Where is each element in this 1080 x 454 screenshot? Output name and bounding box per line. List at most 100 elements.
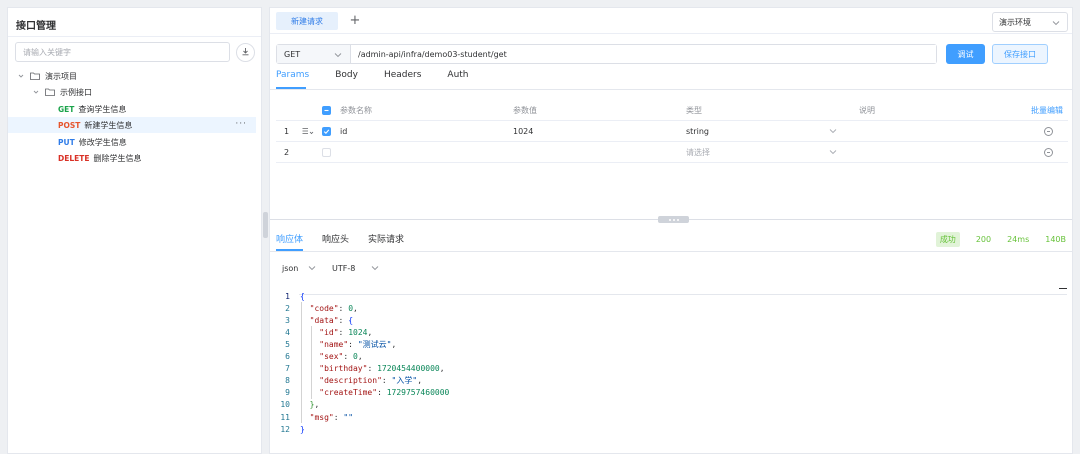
- editor-scrollbar[interactable]: [1059, 288, 1067, 289]
- tree-node-folder[interactable]: 示例接口: [8, 84, 256, 100]
- code-text: "createTime": 1729757460000: [319, 388, 450, 398]
- drag-handle-icon[interactable]: [302, 121, 314, 141]
- col-header-value: 参数值: [513, 105, 537, 115]
- line-number: 11: [280, 412, 290, 422]
- line-number: 12: [280, 424, 290, 434]
- tab-auth[interactable]: Auth: [447, 70, 468, 88]
- line-number: 8: [285, 376, 290, 386]
- tab-response-body[interactable]: 响应体: [276, 232, 303, 245]
- code-text: "msg": "": [309, 412, 354, 422]
- param-row: 1 id 1024 string: [276, 121, 1068, 142]
- tab-headers[interactable]: Headers: [384, 70, 421, 88]
- code-line: 11 "msg": "": [276, 411, 353, 423]
- tree-node-endpoint-selected[interactable]: POST 新建学生信息 ···: [8, 117, 256, 133]
- chevron-down-icon[interactable]: [829, 142, 837, 162]
- encoding-value: UTF-8: [332, 264, 356, 273]
- status-code: 200: [975, 235, 992, 244]
- tab-response-headers[interactable]: 响应头: [322, 232, 349, 245]
- endpoint-label: 修改学生信息: [78, 137, 127, 147]
- chevron-down-icon: [308, 264, 316, 273]
- import-button[interactable]: [236, 43, 255, 62]
- row-index: 2: [284, 147, 290, 157]
- line-number: 10: [280, 400, 290, 410]
- environment-select[interactable]: 演示环境: [992, 12, 1068, 32]
- col-header-desc: 说明: [859, 105, 875, 115]
- request-tabs: Params Body Headers Auth: [276, 70, 495, 88]
- code-line: 1{: [276, 290, 305, 302]
- tree-node-project[interactable]: 演示项目: [8, 68, 256, 84]
- debug-button[interactable]: 调试: [946, 44, 985, 64]
- code-line: 8 "description": "入学",: [276, 375, 422, 387]
- panel-resize-handle[interactable]: [263, 212, 268, 238]
- url-input[interactable]: [351, 45, 936, 63]
- method-select[interactable]: GET: [277, 45, 351, 63]
- param-row: 2 请选择: [276, 142, 1068, 163]
- chevron-down-icon: [334, 51, 342, 60]
- url-bar: GET: [276, 44, 937, 64]
- select-all-checkbox[interactable]: [322, 100, 331, 120]
- format-select[interactable]: json: [282, 264, 316, 273]
- code-text: "code": 0,: [309, 303, 358, 313]
- search-input[interactable]: [15, 42, 230, 62]
- tree-node-endpoint[interactable]: PUT 修改学生信息: [8, 134, 256, 150]
- active-tab-indicator: [276, 87, 306, 89]
- api-tree-panel: 接口管理 演示项目 示例接口 GET 查询学生信息 POST 新建学生信息 ··…: [7, 7, 262, 454]
- divider: [270, 251, 1072, 252]
- method-badge: DELETE: [58, 153, 90, 163]
- param-name[interactable]: id: [340, 121, 347, 141]
- remove-row-icon[interactable]: [1044, 142, 1053, 162]
- endpoint-label: 查询学生信息: [78, 104, 127, 114]
- line-number: 6: [285, 352, 290, 361]
- response-time: 24ms: [1007, 235, 1030, 244]
- tab-body[interactable]: Body: [335, 70, 358, 88]
- indent-guide: [311, 326, 312, 399]
- code-text: },: [309, 400, 320, 410]
- tab-params[interactable]: Params: [276, 70, 309, 88]
- vertical-resize-handle[interactable]: [658, 216, 689, 223]
- caret-down-icon[interactable]: [17, 72, 25, 80]
- row-checkbox[interactable]: [322, 142, 331, 162]
- endpoint-label: 新建学生信息: [84, 120, 133, 130]
- row-checkbox[interactable]: [322, 121, 331, 141]
- response-status: 成功 200 24ms 140B: [935, 232, 1066, 247]
- bulk-edit-link[interactable]: 批量编辑: [1031, 100, 1063, 120]
- code-text: "birthday": 1720454400000,: [319, 364, 445, 374]
- code-line: 9 "createTime": 1729757460000: [276, 387, 449, 399]
- response-code-editor[interactable]: 1{2 "code": 0, 3 "data": {4 "id": 1024, 5 …: [276, 284, 1067, 449]
- code-line: 12}: [276, 423, 304, 435]
- tree-node-endpoint[interactable]: DELETE 删除学生信息: [8, 150, 256, 166]
- col-header-name: 参数名称: [340, 105, 372, 115]
- code-text: "description": "入学",: [319, 376, 423, 386]
- param-type[interactable]: string: [686, 121, 709, 141]
- chevron-down-icon[interactable]: [829, 121, 837, 141]
- params-header-row: 参数名称 参数值 类型 说明 批量编辑: [276, 100, 1068, 121]
- status-badge: 成功: [935, 232, 960, 247]
- divider: [8, 36, 261, 37]
- line-number: 2: [285, 303, 290, 313]
- param-value[interactable]: 1024: [513, 121, 533, 141]
- response-tabs: 响应体 响应头 实际请求: [276, 232, 423, 245]
- encoding-select[interactable]: UTF-8: [332, 264, 379, 273]
- line-number: 4: [285, 327, 290, 337]
- line-number: 1: [285, 291, 290, 301]
- active-tab-indicator: [276, 249, 303, 251]
- tab-actual-request[interactable]: 实际请求: [368, 232, 404, 245]
- code-line: 4 "id": 1024,: [276, 326, 372, 338]
- save-api-button[interactable]: 保存接口: [992, 44, 1048, 64]
- remove-row-icon[interactable]: [1044, 121, 1053, 141]
- tab-new-request[interactable]: 新建请求: [276, 12, 338, 30]
- folder-icon: [29, 71, 41, 81]
- request-panel: 新建请求 + 演示环境 GET 调试 保存接口 Params Body Head…: [269, 7, 1073, 454]
- tree-node-endpoint[interactable]: GET 查询学生信息: [8, 101, 256, 117]
- panel-title: 接口管理: [16, 21, 56, 32]
- param-type-placeholder[interactable]: 请选择: [686, 142, 710, 162]
- method-badge: POST: [58, 120, 81, 130]
- method-badge: GET: [58, 104, 75, 114]
- code-line: 2 "code": 0,: [276, 302, 358, 314]
- code-text: "sex": 0,: [319, 352, 363, 361]
- add-tab-button[interactable]: +: [348, 11, 362, 29]
- endpoint-label: 删除学生信息: [93, 153, 142, 163]
- more-icon[interactable]: ···: [235, 119, 247, 129]
- code-text: "data": {: [309, 315, 354, 325]
- caret-down-icon[interactable]: [32, 88, 40, 96]
